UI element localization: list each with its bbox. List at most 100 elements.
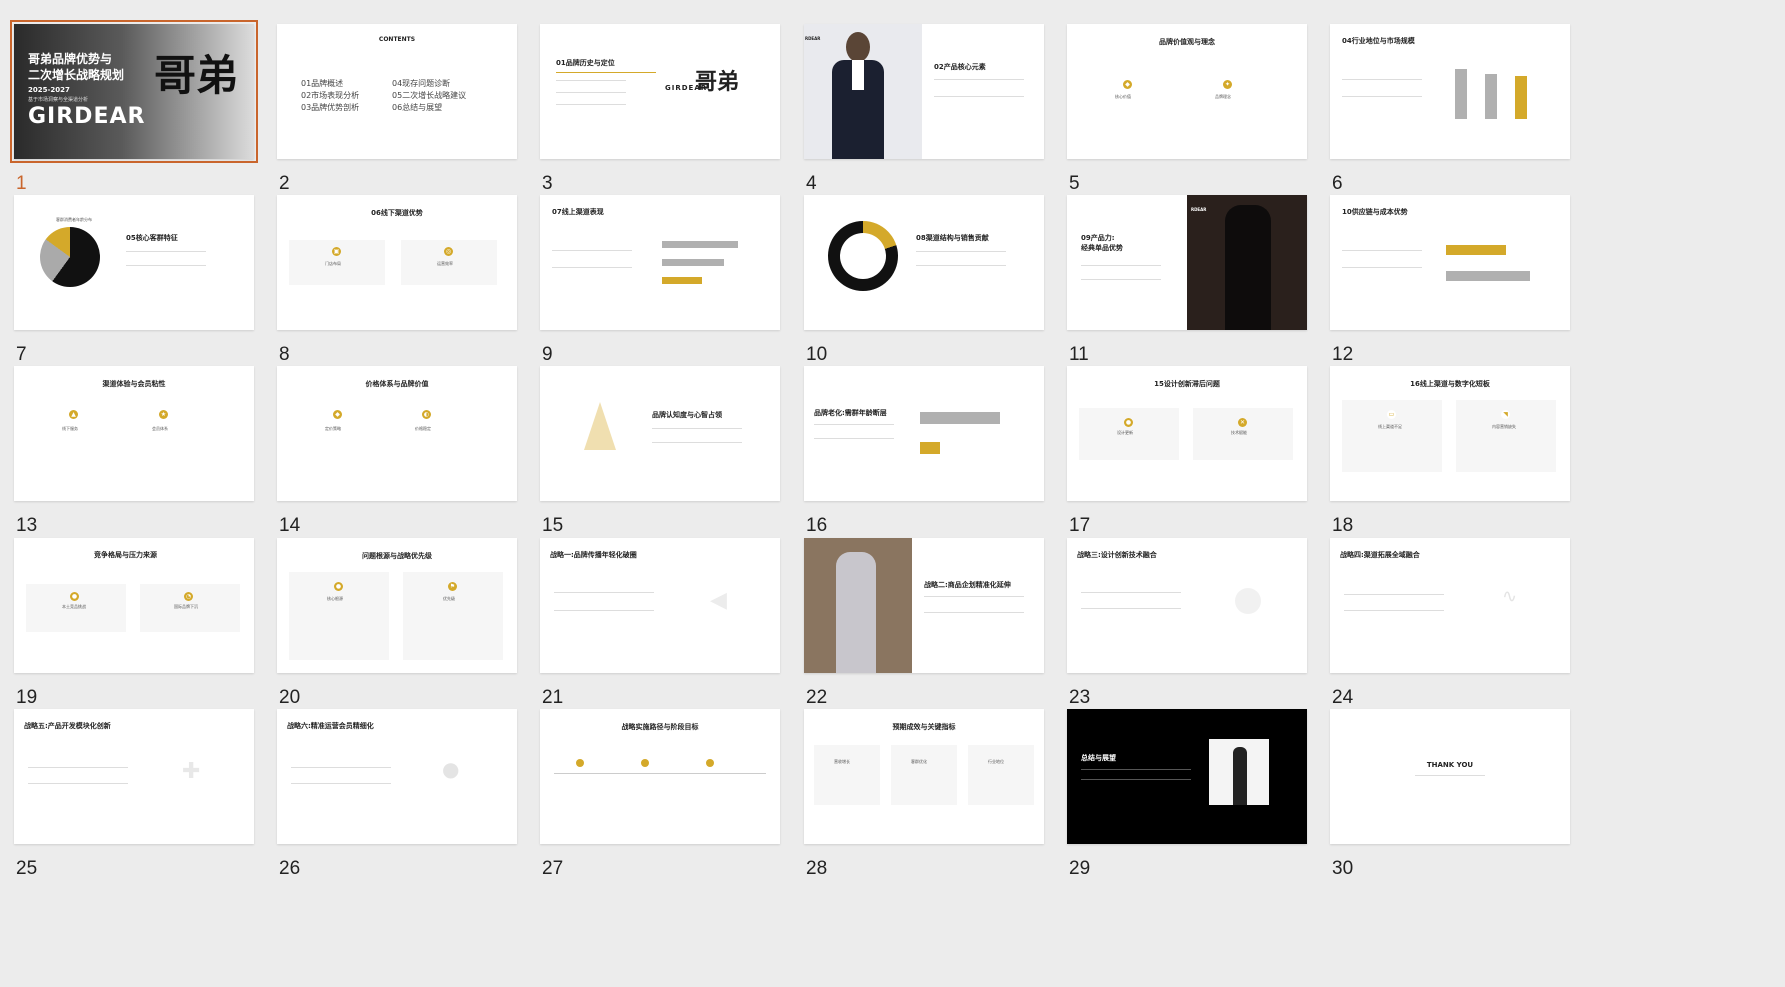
slide-27-title: 战略实施路径与阶段目标 — [621, 723, 699, 731]
timeline — [554, 773, 766, 774]
text-line — [291, 783, 391, 784]
lightbulb-icon — [1235, 588, 1261, 614]
store-icon: ▣ — [332, 247, 341, 256]
text-line — [552, 267, 632, 268]
slide-thumbnail-27[interactable]: 战略实施路径与阶段目标 27 — [540, 709, 780, 889]
user-check-icon: ● — [442, 757, 460, 781]
pie-chart — [40, 227, 100, 287]
slide-thumbnail-4[interactable]: RDEAR 02产品核心元素 4 — [804, 24, 1044, 204]
slide-thumbnail-24[interactable]: 战略四:渠道拓展全域融合 ∿ 24 — [1330, 538, 1570, 718]
slide-thumbnail-5[interactable]: 品牌价值观与理念 ◆ ✦ 核心价值 品牌理念 5 — [1067, 24, 1307, 204]
slide-thumbnail-22[interactable]: 战略二:商品企划精准化延伸 22 — [804, 538, 1044, 718]
text-line — [1415, 775, 1485, 776]
bar — [920, 412, 1000, 424]
slide-number: 23 — [1069, 687, 1091, 708]
slide-thumbnail-2[interactable]: CONTENTS 01品牌概述 02市场表现分析 03品牌优势剖析 04现存问题… — [277, 24, 517, 204]
slide-6-canvas: 04行业地位与市场规模 — [1330, 24, 1570, 159]
slide-30-canvas: THANK YOU — [1330, 709, 1570, 844]
slide-thumbnail-7[interactable]: 客群消费者年龄分布 05核心客群特征 7 — [14, 195, 254, 375]
slide-28-card1: 营收增长 — [834, 759, 850, 764]
slide-21-canvas: 战略一:品牌传播年轻化破圈 ◀ — [540, 538, 780, 673]
text-line — [554, 610, 654, 611]
slide-thumbnail-15[interactable]: 品牌认知度与心智占领 15 — [540, 366, 780, 546]
slide-number: 14 — [279, 515, 301, 536]
slide-1-title-line1: 哥弟品牌优势与 — [28, 52, 113, 66]
slide-17-card1: 设计更新 — [1117, 430, 1133, 435]
slide-thumbnail-18[interactable]: 16线上渠道与数字化短板 ▭ ◥ 线上渠道不足 内容营销缺失 18 — [1330, 366, 1570, 546]
slide-thumbnail-23[interactable]: 战略三:设计创新技术融合 23 — [1067, 538, 1307, 718]
slide-thumbnail-20[interactable]: 问题根源与战略优先级 ● ⚑ 核心根源 优先级 20 — [277, 538, 517, 718]
slide-thumbnail-19[interactable]: 竞争格局与压力来源 ● ◔ 本土竞品挑战 国际品牌下沉 19 — [14, 538, 254, 718]
text-line — [28, 767, 128, 768]
slide-thumbnail-26[interactable]: 战略六:精准运营会员精细化 ● 26 — [277, 709, 517, 889]
slide-20-title: 问题根源与战略优先级 — [362, 552, 432, 560]
text-line — [934, 79, 1024, 80]
slide-16-canvas: 品牌老化:需群年龄断层 — [804, 366, 1044, 501]
model-photo — [1209, 739, 1269, 805]
slide-thumbnail-12[interactable]: 10供应链与成本优势 12 — [1330, 195, 1570, 375]
slide-thumbnail-11[interactable]: 09产品力: 经典单品优势 RDEAR 11 — [1067, 195, 1307, 375]
slide-3-title: 01品牌历史与定位 — [556, 59, 615, 67]
slide-thumbnail-25[interactable]: 战略五:产品开发模块化创新 ✚ 25 — [14, 709, 254, 889]
slide-30-title: THANK YOU — [1426, 761, 1474, 769]
slide-thumbnail-9[interactable]: 07线上渠道表现 9 — [540, 195, 780, 375]
slide-4-canvas: RDEAR 02产品核心元素 — [804, 24, 1044, 159]
slide-thumbnail-29[interactable]: 总结与展望 29 — [1067, 709, 1307, 889]
bar — [1485, 74, 1497, 119]
design-icon: ● — [1124, 418, 1133, 427]
shield-icon: ◐ — [422, 410, 431, 419]
slide-8-canvas: 06线下渠道优势 ▣ ◎ 门店布局 运营效率 — [277, 195, 517, 330]
slide-number: 1 — [16, 173, 27, 194]
slide-thumbnail-8[interactable]: 06线下渠道优势 ▣ ◎ 门店布局 运营效率 8 — [277, 195, 517, 375]
slide-15-canvas: 品牌认知度与心智占领 — [540, 366, 780, 501]
slide-9-canvas: 07线上渠道表现 — [540, 195, 780, 330]
slide-28-card2: 客群优化 — [911, 759, 927, 764]
slide-19-card1: 本土竞品挑战 — [62, 604, 86, 609]
slide-25-title: 战略五:产品开发模块化创新 — [24, 722, 111, 730]
slide-4-title: 02产品核心元素 — [934, 63, 986, 71]
slide-number: 12 — [1332, 344, 1354, 365]
divider — [556, 72, 656, 73]
slide-number: 17 — [1069, 515, 1091, 536]
slide-number: 10 — [806, 344, 828, 365]
efficiency-icon: ◎ — [444, 247, 453, 256]
slide-14-canvas: 价格体系与品牌价值 ◆ ◐ 定价策略 价格稳定 — [277, 366, 517, 501]
bar — [662, 241, 738, 248]
slide-thumbnail-28[interactable]: 预期成效与关键指标 营收增长 客群优化 行业地位 28 — [804, 709, 1044, 889]
slide-thumbnail-6[interactable]: 04行业地位与市场规模 6 — [1330, 24, 1570, 204]
slide-11-canvas: 09产品力: 经典单品优势 RDEAR — [1067, 195, 1307, 330]
model-photo — [804, 24, 922, 159]
slide-20-card1: 核心根源 — [327, 596, 343, 601]
slide-28-canvas: 预期成效与关键指标 营收增长 客群优化 行业地位 — [804, 709, 1044, 844]
slide-thumbnail-30[interactable]: THANK YOU 30 — [1330, 709, 1570, 889]
laptop-icon: ▭ — [1387, 410, 1396, 419]
slide-number: 25 — [16, 858, 38, 879]
slide-13-card1: 线下服务 — [62, 426, 78, 431]
slide-thumbnail-13[interactable]: 渠道体验与会员粘性 ▲ ★ 线下服务 会员体系 13 — [14, 366, 254, 546]
text-line — [1342, 267, 1422, 268]
slide-thumbnail-16[interactable]: 品牌老化:需群年龄断层 16 — [804, 366, 1044, 546]
contents-item: 02市场表现分析 — [301, 91, 360, 100]
slide-number: 26 — [279, 858, 301, 879]
slide-number: 18 — [1332, 515, 1354, 536]
slide-15-title: 品牌认知度与心智占领 — [652, 411, 722, 419]
slide-19-title: 竞争格局与压力来源 — [94, 551, 157, 559]
bar — [1446, 271, 1530, 281]
slide-11-title-line2: 经典单品优势 — [1081, 244, 1123, 252]
slide-11-title-line1: 09产品力: — [1081, 234, 1115, 242]
text-line — [1081, 265, 1161, 266]
slide-thumbnail-17[interactable]: 15设计创新滞后问题 ● ✕ 设计更新 技术赋能 17 — [1067, 366, 1307, 546]
slide-number: 29 — [1069, 858, 1091, 879]
route-icon: ∿ — [1502, 586, 1518, 607]
puzzle-icon: ✚ — [182, 759, 201, 784]
text-line — [126, 251, 206, 252]
slide-29-canvas: 总结与展望 — [1067, 709, 1307, 844]
slide-2-title: CONTENTS — [378, 36, 416, 43]
slide-7-title: 05核心客群特征 — [126, 234, 178, 242]
slide-thumbnail-21[interactable]: 战略一:品牌传播年轻化破圈 ◀ 21 — [540, 538, 780, 718]
slide-thumbnail-10[interactable]: 08渠道结构与销售贡献 10 — [804, 195, 1044, 375]
milestone-icon — [706, 759, 714, 767]
slide-thumbnail-3[interactable]: 01品牌历史与定位 哥弟 GIRDEAR 3 — [540, 24, 780, 204]
slide-thumbnail-1[interactable]: 哥弟品牌优势与 二次增长战略规划 2025-2027 基于市场洞察与全渠道分析 … — [10, 20, 258, 204]
slide-thumbnail-14[interactable]: 价格体系与品牌价值 ◆ ◐ 定价策略 价格稳定 14 — [277, 366, 517, 546]
